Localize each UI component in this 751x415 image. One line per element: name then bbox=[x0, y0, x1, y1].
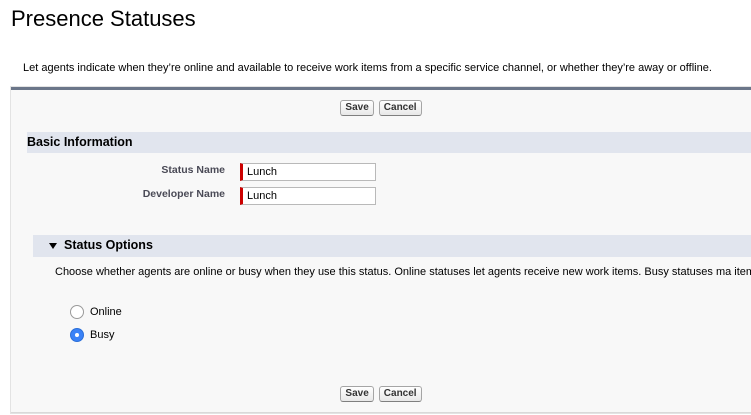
page-description: Let agents indicate when they’re online … bbox=[23, 62, 712, 74]
option-busy[interactable]: Busy bbox=[70, 327, 114, 343]
status-options-title: Status Options bbox=[64, 238, 153, 252]
edit-panel: Save Cancel Basic Information Status Nam… bbox=[11, 87, 751, 413]
bottom-button-row: Save Cancel bbox=[11, 386, 751, 406]
save-button[interactable]: Save bbox=[340, 100, 374, 116]
busy-radio[interactable] bbox=[70, 328, 84, 342]
page-title: Presence Statuses bbox=[11, 6, 196, 31]
status-options-header[interactable]: Status Options bbox=[33, 235, 751, 257]
developer-name-label: Developer Name bbox=[142, 188, 225, 200]
status-options-description: Choose whether agents are online or busy… bbox=[55, 266, 751, 278]
online-label: Online bbox=[90, 306, 122, 318]
busy-label: Busy bbox=[90, 329, 115, 341]
online-radio[interactable] bbox=[70, 305, 84, 319]
developer-name-input[interactable] bbox=[240, 187, 376, 205]
save-button-bottom[interactable]: Save bbox=[340, 386, 374, 402]
collapse-triangle-icon[interactable] bbox=[49, 243, 57, 249]
option-online[interactable]: Online bbox=[70, 304, 122, 320]
cancel-button-bottom[interactable]: Cancel bbox=[378, 386, 422, 402]
top-button-row: Save Cancel bbox=[11, 100, 751, 120]
basic-information-header: Basic Information bbox=[27, 132, 751, 153]
section-title: Basic Information bbox=[27, 135, 133, 149]
cancel-button[interactable]: Cancel bbox=[378, 100, 422, 116]
status-name-input[interactable] bbox=[240, 163, 376, 181]
status-name-label: Status Name bbox=[161, 164, 225, 176]
